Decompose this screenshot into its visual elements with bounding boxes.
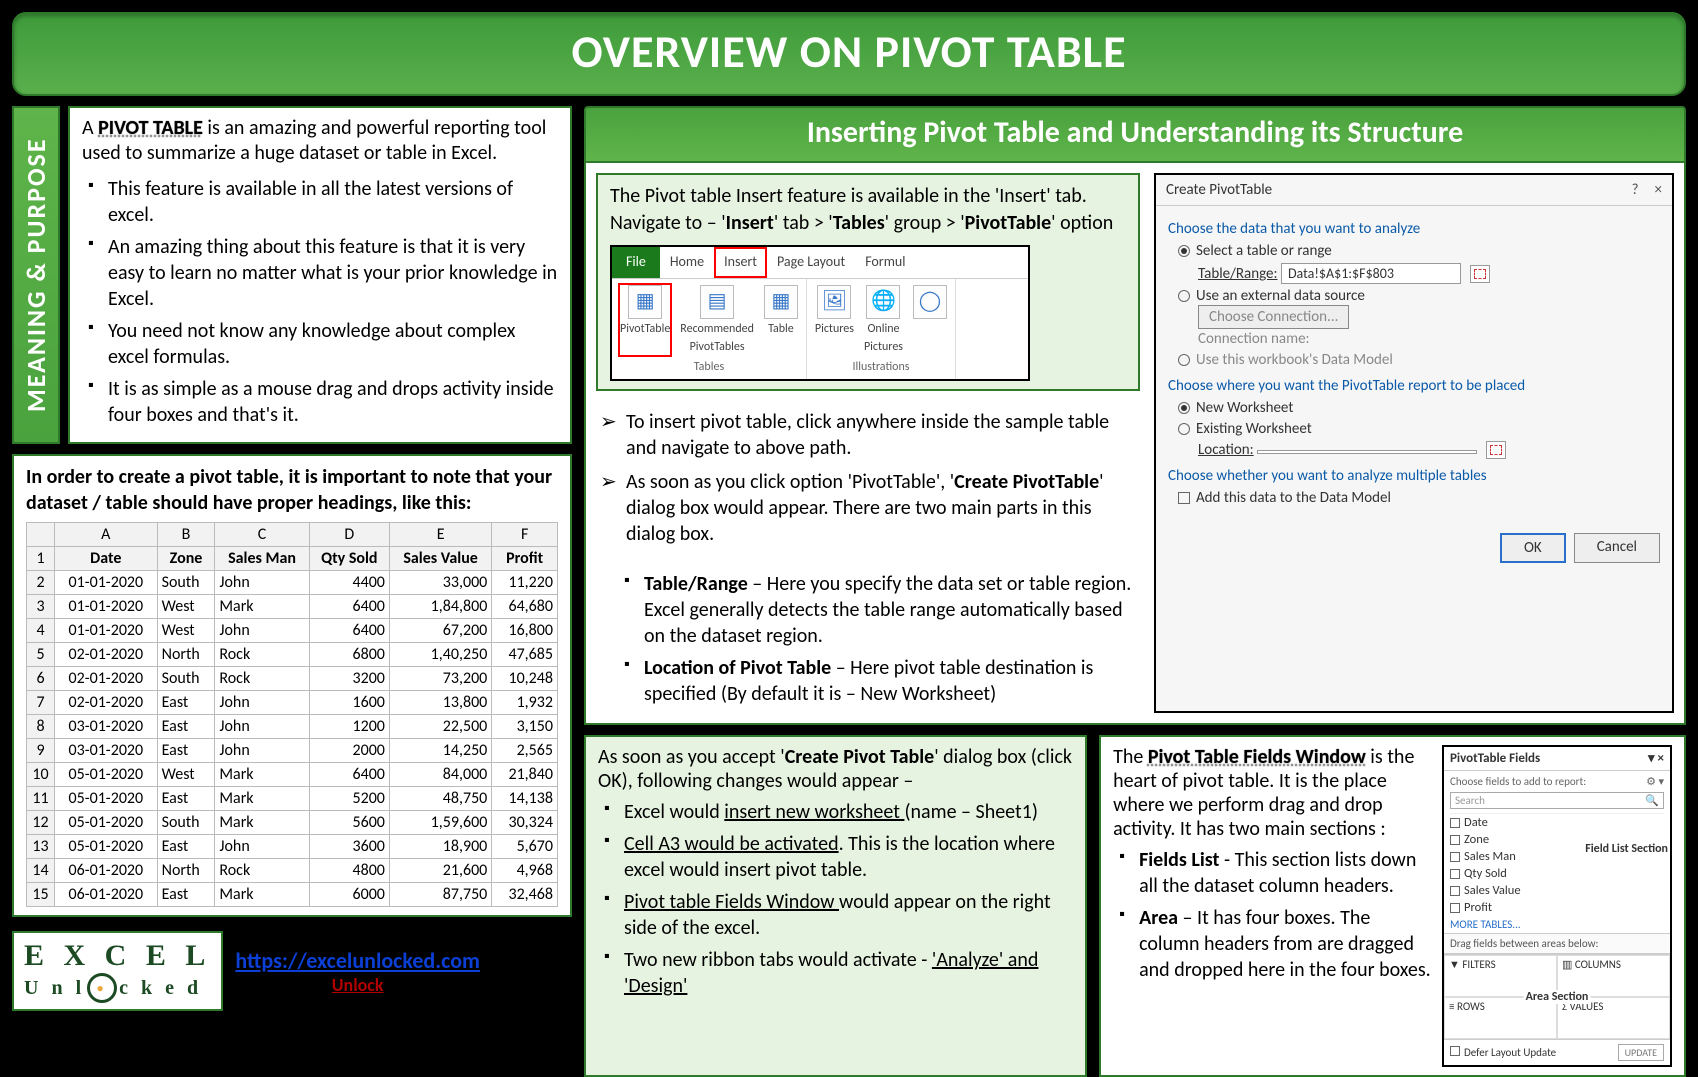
insert-steps: To insert pivot table, click anywhere in… [596, 401, 1140, 555]
logo: E X C E L U n lc k e d [12, 931, 223, 1011]
dialog-parts: Table/Range – Here you specify the data … [618, 565, 1140, 713]
help-icon[interactable]: ? [1632, 181, 1639, 199]
meaning-tab: MEANING & PURPOSE [12, 106, 60, 444]
shapes-button[interactable]: ◯ [911, 283, 949, 357]
meaning-box: A PIVOT TABLE is an amazing and powerful… [68, 106, 572, 444]
nav-box: The Pivot table Insert feature is availa… [596, 173, 1140, 391]
pivottable-button[interactable]: ▦ PivotTable [618, 283, 672, 357]
list-item: Location of Pivot Table – Here pivot tab… [622, 655, 1140, 707]
ribbon-tab-formulas[interactable]: Formul [855, 247, 915, 278]
update-button[interactable]: UPDATE [1618, 1044, 1664, 1061]
location-input[interactable] [1257, 450, 1477, 454]
create-pivottable-dialog: Create PivotTable ? × Choose the data th… [1154, 173, 1674, 713]
excel-ribbon: File Home Insert Page Layout Formul [610, 245, 1030, 381]
fields-bullets: Fields List - This section lists down al… [1113, 847, 1432, 983]
add-to-model-checkbox[interactable]: Add this data to the Data Model [1178, 489, 1660, 507]
pivottable-fields-panel: PivotTable Fields▾ × Choose fields to ad… [1442, 745, 1672, 1067]
online-pictures-icon: 🌐 [866, 285, 900, 319]
keyhole-icon [87, 973, 117, 1003]
table-button[interactable]: ▦ Table [762, 283, 800, 357]
shapes-icon: ◯ [913, 285, 947, 319]
headings-note: In order to create a pivot table, it is … [26, 464, 558, 516]
fields-list: Field List Section DateZoneSales ManQty … [1450, 813, 1664, 916]
radio-external-source[interactable]: Use an external data source [1178, 287, 1660, 305]
meaning-intro: A PIVOT TABLE is an amazing and powerful… [82, 116, 558, 166]
list-item: Two new ribbon tabs would activate - 'An… [602, 947, 1073, 999]
site-link[interactable]: https://excelunlocked.com [235, 947, 480, 974]
radio-data-model[interactable]: Use this workbook's Data Model [1178, 351, 1660, 369]
footer: E X C E L U n lc k e d https://excelunlo… [12, 931, 572, 1011]
recommended-pivot-icon: ▤ [700, 285, 734, 319]
dialog-title: Create PivotTable [1166, 181, 1272, 199]
panel-close-icon[interactable]: ▾ × [1648, 751, 1664, 766]
areas-section: ▼ FILTERS ▥ COLUMNS ≡ ROWS Σ VALUES Area… [1444, 954, 1670, 1039]
pictures-button[interactable]: 🖼 Pictures [813, 283, 856, 357]
gear-icon[interactable]: ⚙ ▾ [1646, 775, 1664, 788]
nav-text: The Pivot table Insert feature is availa… [610, 183, 1126, 381]
headings-box: In order to create a pivot table, it is … [12, 454, 572, 917]
list-item: Pivot table Fields Window would appear o… [602, 889, 1073, 941]
location-picker-icon[interactable] [1486, 441, 1506, 459]
radio-existing-worksheet[interactable]: Existing Worksheet [1178, 420, 1660, 438]
ok-button[interactable]: OK [1500, 533, 1566, 563]
table-range-input[interactable]: Data!$A$1:$F$803 [1281, 263, 1461, 284]
list-item: As soon as you click option 'PivotTable'… [600, 469, 1140, 547]
fields-window-box: The Pivot Table Fields Window is the hea… [1099, 735, 1686, 1077]
fields-search-input[interactable]: Search🔍 [1450, 792, 1664, 809]
field-item[interactable]: Date [1450, 814, 1664, 831]
defer-layout-checkbox[interactable]: Defer Layout Update [1450, 1046, 1556, 1059]
search-icon: 🔍 [1645, 794, 1659, 807]
unlock-link[interactable]: Unlock [235, 974, 480, 996]
list-item: An amazing thing about this feature is t… [86, 234, 558, 312]
list-item: Table/Range – Here you specify the data … [622, 571, 1140, 649]
field-item[interactable]: Profit [1450, 899, 1664, 916]
list-item: It is as simple as a mouse drag and drop… [86, 376, 558, 428]
after-ok-list: Excel would insert new worksheet (name –… [598, 799, 1073, 999]
recommended-pivot-button[interactable]: ▤ Recommended PivotTables [678, 283, 756, 357]
ribbon-tab-home[interactable]: Home [660, 247, 714, 278]
list-item: Excel would insert new worksheet (name –… [602, 799, 1073, 825]
fields-intro: The Pivot Table Fields Window is the hea… [1113, 745, 1432, 841]
close-icon[interactable]: × [1655, 181, 1662, 199]
after-ok-box: As soon as you accept 'Create Pivot Tabl… [584, 735, 1087, 1077]
radio-select-range[interactable]: Select a table or range [1178, 242, 1660, 260]
list-item: To insert pivot table, click anywhere in… [600, 409, 1140, 461]
field-item[interactable]: Qty Sold [1450, 865, 1664, 882]
list-item: Area – It has four boxes. The column hea… [1117, 905, 1432, 983]
ribbon-tab-file[interactable]: File [612, 247, 660, 278]
section-insert: Inserting Pivot Table and Understanding … [584, 106, 1686, 725]
list-item: Fields List - This section lists down al… [1117, 847, 1432, 899]
meaning-bullets: This feature is available in all the lat… [82, 176, 558, 428]
pivottable-icon: ▦ [628, 285, 662, 319]
radio-new-worksheet[interactable]: New Worksheet [1178, 399, 1660, 417]
section-header: Inserting Pivot Table and Understanding … [584, 106, 1686, 163]
more-tables-link[interactable]: MORE TABLES... [1444, 916, 1670, 933]
range-picker-icon[interactable] [1470, 265, 1490, 283]
sample-table: A B C D E F 1 Date Zone Sales Man Qty So… [26, 522, 558, 907]
pictures-icon: 🖼 [817, 285, 851, 319]
list-item: This feature is available in all the lat… [86, 176, 558, 228]
ribbon-tab-pagelayout[interactable]: Page Layout [767, 247, 855, 278]
field-item[interactable]: Sales Value [1450, 882, 1664, 899]
list-item: Cell A3 would be activated. This is the … [602, 831, 1073, 883]
choose-connection-button[interactable]: Choose Connection... [1198, 305, 1349, 329]
after-ok-intro: As soon as you accept 'Create Pivot Tabl… [598, 745, 1073, 793]
cancel-button[interactable]: Cancel [1574, 533, 1660, 563]
page-title: OVERVIEW ON PIVOT TABLE [12, 12, 1686, 96]
online-pictures-button[interactable]: 🌐 Online Pictures [862, 283, 905, 357]
list-item: You need not know any knowledge about co… [86, 318, 558, 370]
ribbon-tab-insert[interactable]: Insert [714, 247, 767, 278]
table-icon: ▦ [764, 285, 798, 319]
